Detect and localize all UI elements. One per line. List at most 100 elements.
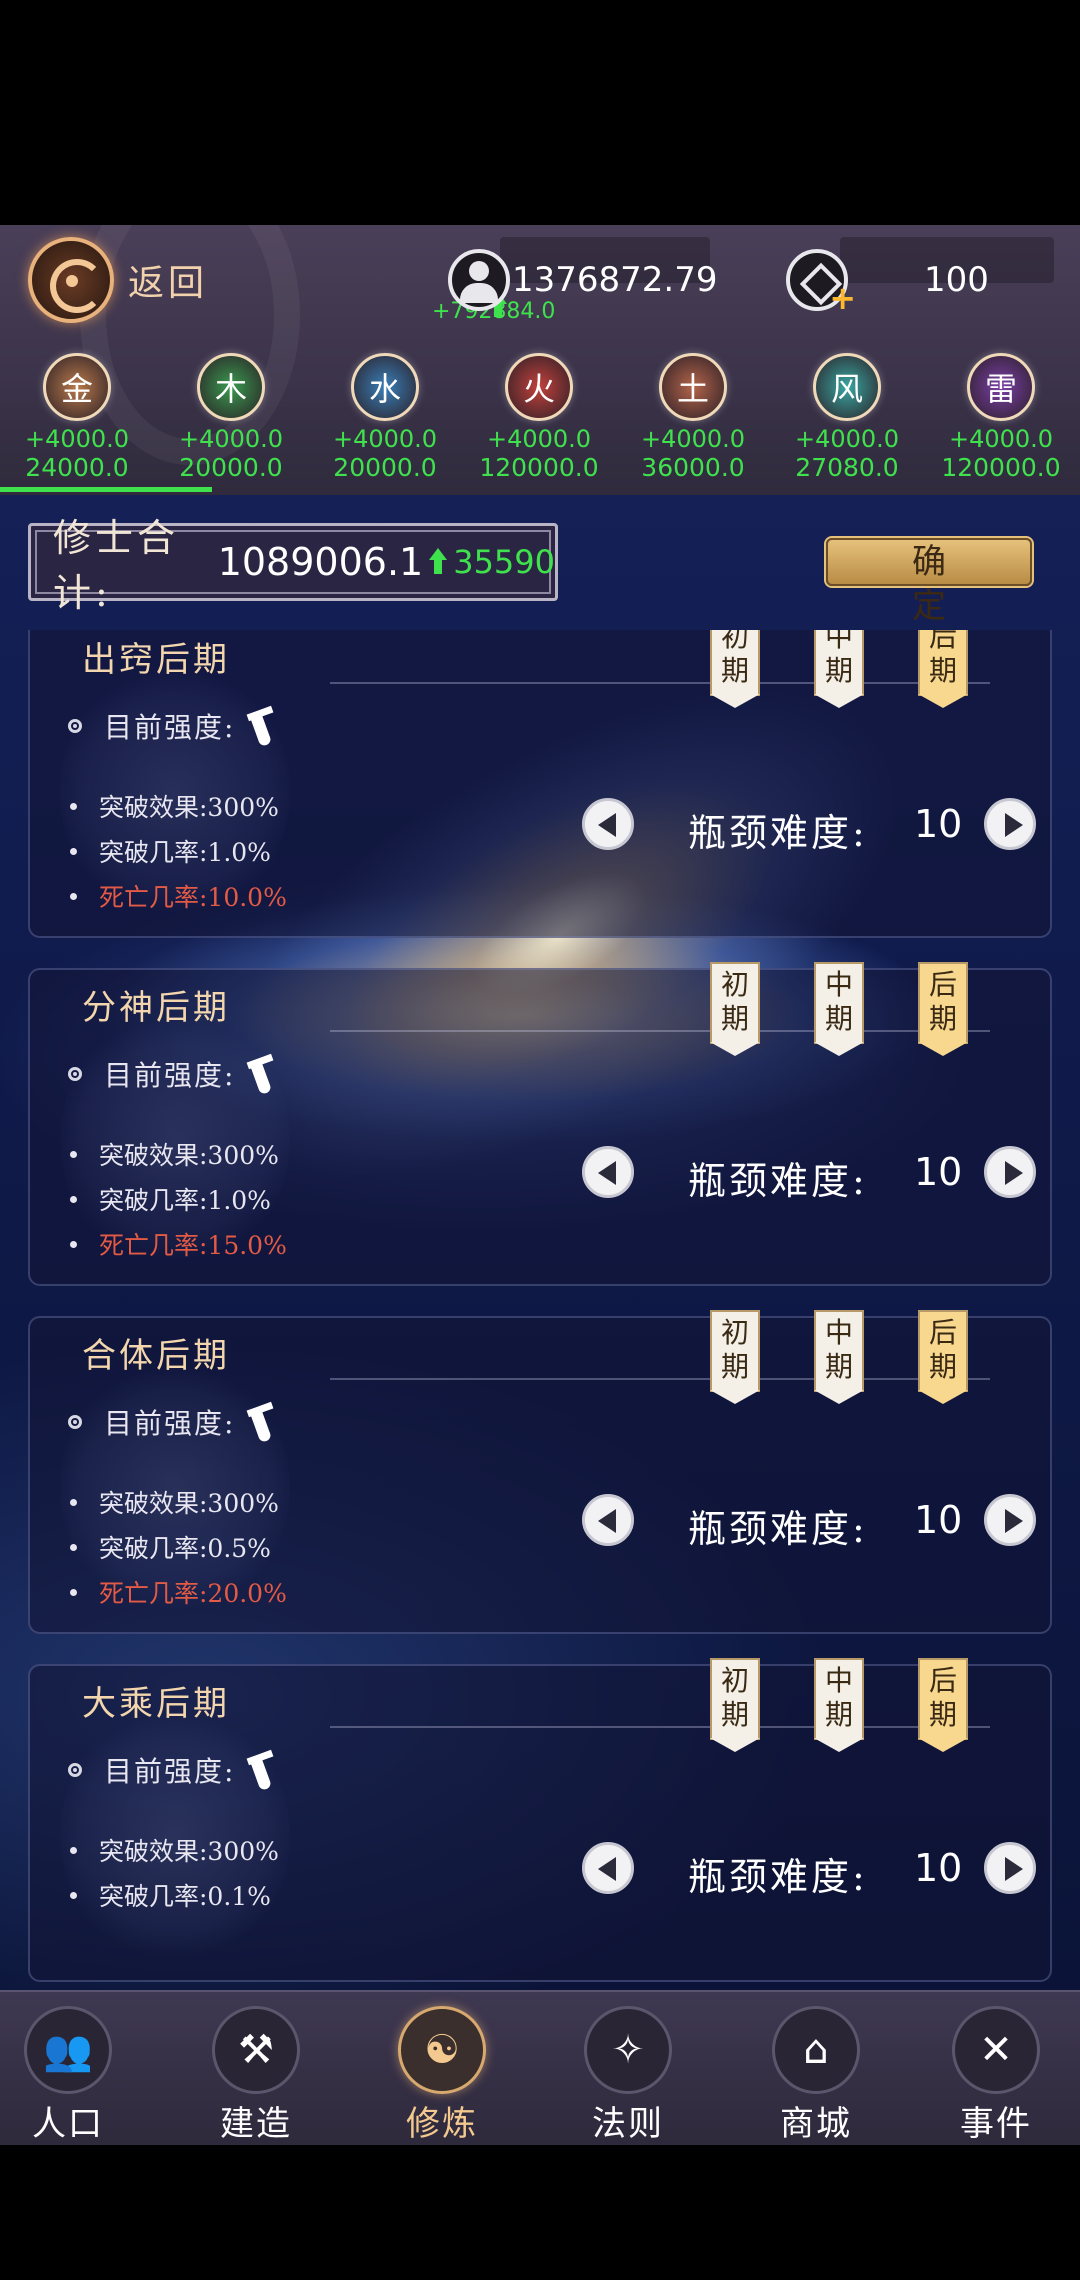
death-chance: 死亡几率:20.0%	[70, 1574, 287, 1610]
difficulty-value: 10	[914, 1498, 963, 1542]
nav-label: 人口	[32, 2104, 104, 2144]
difficulty-value: 10	[914, 1150, 963, 1194]
nav-label: 修炼	[406, 2104, 478, 2144]
element-wind[interactable]: 风 +4000.0 27080.0	[772, 353, 922, 483]
add-coin-icon[interactable]: +	[829, 279, 856, 317]
realm-title: 出窍后期	[82, 640, 230, 680]
element-list: 金 +4000.0 24000.0 木 +4000.0 20000.0 水 +4…	[0, 353, 1080, 482]
element-selection-indicator	[0, 487, 212, 492]
summary-value: 1089006.1	[217, 540, 424, 584]
stage-tab-mid[interactable]: 中期	[814, 962, 864, 1056]
realm-card: 合体后期 初期 中期 后期 目前强度: 突破效果:300% 突破几率:0.5% …	[28, 1310, 1052, 1634]
decrease-difficulty-button[interactable]	[582, 1494, 634, 1546]
metal-icon: 金	[43, 353, 111, 421]
stage-tab-early[interactable]: 初期	[710, 1310, 760, 1404]
water-icon: 水	[351, 353, 419, 421]
death-chance: 死亡几率:15.0%	[70, 1226, 287, 1262]
nav-item-laws[interactable]: ✧ 法则	[538, 1992, 718, 2147]
decrease-difficulty-button[interactable]	[582, 798, 634, 850]
coin-icon: +	[786, 249, 856, 317]
nav-item-events[interactable]: ✕ 事件	[906, 1992, 1080, 2147]
element-rate: +4000.0	[640, 425, 746, 453]
stage-tab-late[interactable]: 后期	[918, 1310, 968, 1404]
scroll-icon: ✧	[584, 2006, 672, 2094]
increase-difficulty-button[interactable]	[984, 798, 1036, 850]
stage-tab-late[interactable]: 后期	[918, 630, 968, 708]
element-earth[interactable]: 土 +4000.0 36000.0	[618, 353, 768, 483]
element-rate: +4000.0	[24, 425, 130, 453]
stage-tab-late[interactable]: 后期	[918, 962, 968, 1056]
element-water[interactable]: 水 +4000.0 20000.0	[310, 353, 460, 483]
decrease-difficulty-button[interactable]	[582, 1146, 634, 1198]
death-chance: 死亡几率:10.0%	[70, 878, 287, 914]
sword-icon	[243, 1746, 277, 1794]
cultivator-summary: 修士合计: 1089006.1 35590	[28, 516, 558, 615]
nav-item-build[interactable]: ⚒ 建造	[166, 1992, 346, 2147]
people-icon: 👥	[24, 2006, 112, 2094]
nav-item-shop[interactable]: ⌂ 商城	[726, 1992, 906, 2147]
difficulty-stepper: 瓶颈难度: 10	[552, 794, 1036, 855]
back-icon	[28, 237, 114, 323]
tools-icon: ⚒	[212, 2006, 300, 2094]
decrease-difficulty-button[interactable]	[582, 1842, 634, 1894]
increase-difficulty-button[interactable]	[984, 1494, 1036, 1546]
breakthrough-effect: 突破效果:300%	[70, 1136, 279, 1172]
stage-divider	[330, 682, 990, 684]
population-resource: 1376872.79	[448, 245, 718, 317]
element-total: 27080.0	[795, 453, 899, 482]
stage-tab-late[interactable]: 后期	[918, 1658, 968, 1752]
breakthrough-effect: 突破效果:300%	[70, 1484, 279, 1520]
nav-label: 事件	[960, 2104, 1032, 2144]
element-total: 36000.0	[641, 453, 745, 482]
realm-title: 合体后期	[82, 1336, 230, 1376]
nav-item-population[interactable]: 👥 人口	[0, 1992, 158, 2147]
stage-tab-mid[interactable]: 中期	[814, 630, 864, 708]
stage-divider	[330, 1378, 990, 1380]
element-rate: +4000.0	[178, 425, 284, 453]
difficulty-stepper: 瓶颈难度: 10	[552, 1490, 1036, 1551]
strength-label: 目前强度:	[104, 1755, 236, 1788]
stage-tab-early[interactable]: 初期	[710, 1658, 760, 1752]
stage-tab-mid[interactable]: 中期	[814, 1310, 864, 1404]
coin-resource[interactable]: + 100	[786, 245, 989, 317]
strength-label: 目前强度:	[104, 1059, 236, 1092]
thunder-icon: 雷	[967, 353, 1035, 421]
element-total: 120000.0	[941, 453, 1061, 482]
stage-divider	[330, 1726, 990, 1728]
difficulty-label: 瓶颈难度:	[688, 1159, 868, 1203]
element-metal[interactable]: 金 +4000.0 24000.0	[2, 353, 152, 483]
confirm-button[interactable]: 确定	[826, 538, 1032, 626]
increase-difficulty-button[interactable]	[984, 1146, 1036, 1198]
wood-icon: 木	[197, 353, 265, 421]
difficulty-stepper: 瓶颈难度: 10	[552, 1838, 1036, 1899]
difficulty-value: 10	[914, 1846, 963, 1890]
coin-value: 100	[924, 260, 989, 300]
nav-item-cultivate[interactable]: ☯ 修炼	[352, 1992, 532, 2147]
stage-tab-mid[interactable]: 中期	[814, 1658, 864, 1752]
stage-tab-early[interactable]: 初期	[710, 630, 760, 708]
element-wood[interactable]: 木 +4000.0 20000.0	[156, 353, 306, 483]
realm-title: 分神后期	[82, 988, 230, 1028]
realm-card: 分神后期 初期 中期 后期 目前强度: 突破效果:300% 突破几率:1.0% …	[28, 962, 1052, 1286]
sword-icon	[243, 702, 277, 750]
element-fire[interactable]: 火 +4000.0 120000.0	[464, 353, 614, 483]
breakthrough-effect: 突破效果:300%	[70, 788, 279, 824]
book-icon: ✕	[952, 2006, 1040, 2094]
bottom-black-bar	[0, 2145, 1080, 2280]
increase-difficulty-button[interactable]	[984, 1842, 1036, 1894]
meditation-icon: ☯	[398, 2006, 486, 2094]
realm-list[interactable]: 出窍后期 初期 中期 后期 目前强度: 突破效果:300% 突破几率:1.0% …	[0, 630, 1080, 1990]
stage-tab-early[interactable]: 初期	[710, 962, 760, 1056]
difficulty-label: 瓶颈难度:	[688, 1855, 868, 1899]
wind-icon: 风	[813, 353, 881, 421]
element-thunder[interactable]: 雷 +4000.0 120000.0	[926, 353, 1076, 483]
strength-row: 目前强度:	[68, 702, 277, 750]
difficulty-label: 瓶颈难度:	[688, 811, 868, 855]
back-button[interactable]: 返回	[28, 237, 208, 323]
breakthrough-chance: 突破几率:1.0%	[70, 833, 271, 869]
breakthrough-chance: 突破几率:0.1%	[70, 1877, 271, 1913]
element-total: 120000.0	[479, 453, 599, 482]
bottom-nav: 👥 人口 ⚒ 建造 ☯ 修炼 ✧ 法则 ⌂ 商城 ✕ 事件	[0, 1990, 1080, 2145]
nav-label: 商城	[780, 2104, 852, 2144]
stage-divider	[330, 1030, 990, 1032]
